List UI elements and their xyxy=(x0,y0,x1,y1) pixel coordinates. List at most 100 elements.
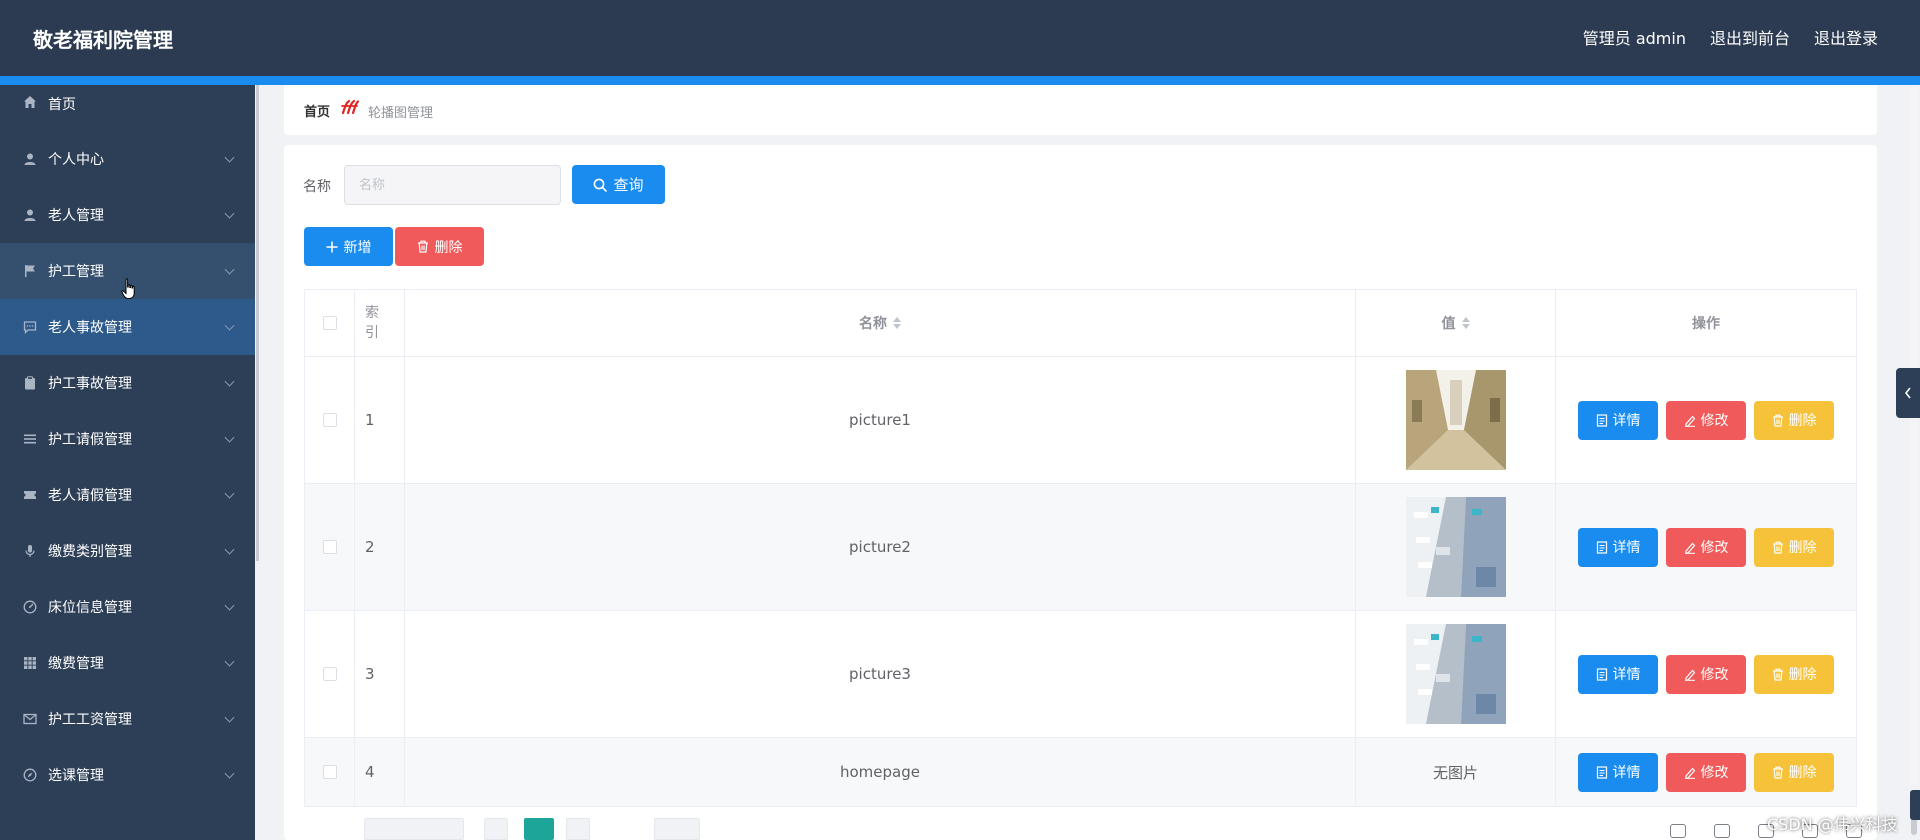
sidebar-item-label: 个人中心 xyxy=(48,152,104,168)
sort-icon[interactable] xyxy=(1461,317,1470,329)
pencil-icon xyxy=(1684,767,1695,779)
sidebar: 首页 个人中心 老人管理 护工管理 老人事故管理 护工事故管理 护工请假管理 老… xyxy=(0,85,255,840)
query-button[interactable]: 查询 xyxy=(572,165,665,204)
edit-button[interactable]: 修改 xyxy=(1666,752,1746,792)
breadcrumb-home[interactable]: 首页 xyxy=(304,101,330,120)
edit-button-label: 修改 xyxy=(1700,765,1729,781)
chevron-down-icon xyxy=(224,432,235,443)
query-button-label: 查询 xyxy=(613,176,644,194)
header-index-label: 索引 xyxy=(365,305,379,341)
accent-bar xyxy=(0,76,1920,85)
pagination-size-select[interactable] xyxy=(364,818,464,840)
add-button[interactable]: 新增 xyxy=(304,227,393,266)
breadcrumb: 首页 轮播图管理 xyxy=(284,85,1877,135)
pagination-next-button[interactable] xyxy=(566,818,590,840)
sidebar-item-personal-center[interactable]: 个人中心 xyxy=(0,131,255,187)
sidebar-item-caregiver-salary-management[interactable]: 护工工资管理 xyxy=(0,691,255,747)
sidebar-item-elder-management[interactable]: 老人管理 xyxy=(0,187,255,243)
sidebar-item-label: 老人管理 xyxy=(48,208,104,224)
delete-button[interactable]: 删除 xyxy=(1754,527,1834,567)
detail-button[interactable]: 详情 xyxy=(1578,752,1658,792)
delete-button[interactable]: 删除 xyxy=(1754,400,1834,440)
row-thumbnail-image[interactable] xyxy=(1405,497,1506,597)
sidebar-item-fee-management[interactable]: 缴费管理 xyxy=(0,635,255,691)
sidebar-item-course-selection-management[interactable]: 选课管理 xyxy=(0,747,255,803)
bulk-delete-button[interactable]: 删除 xyxy=(395,227,484,266)
admin-label: 管理员 admin xyxy=(1582,29,1686,48)
sidebar-item-bed-info-management[interactable]: 床位信息管理 xyxy=(0,579,255,635)
row-checkbox[interactable] xyxy=(322,413,337,427)
trash-icon xyxy=(1772,668,1783,681)
data-table: 索引 名称 值 操作 1 picture1 详情 修改 删除 2 picture… xyxy=(304,289,1857,807)
sidebar-item-elder-accident-management[interactable]: 老人事故管理 xyxy=(0,299,255,355)
edit-button[interactable]: 修改 xyxy=(1666,527,1746,567)
toolbar-icon[interactable] xyxy=(1714,824,1730,838)
sidebar-item-label: 缴费类别管理 xyxy=(48,544,132,560)
row-checkbox-cell xyxy=(305,357,355,483)
compass-icon xyxy=(22,767,38,783)
sidebar-item-label: 护工管理 xyxy=(48,264,104,280)
header-value[interactable]: 值 xyxy=(1356,290,1556,356)
chevron-down-icon xyxy=(224,264,235,275)
row-checkbox[interactable] xyxy=(322,765,337,779)
pencil-icon xyxy=(1684,669,1695,681)
delete-button[interactable]: 删除 xyxy=(1754,752,1834,792)
pencil-icon xyxy=(1684,415,1695,427)
trash-icon xyxy=(1772,766,1783,779)
detail-button[interactable]: 详情 xyxy=(1578,400,1658,440)
sidebar-item-caregiver-accident-management[interactable]: 护工事故管理 xyxy=(0,355,255,411)
bulk-delete-button-label: 删除 xyxy=(434,239,463,256)
pagination-jumper-input[interactable] xyxy=(654,818,700,840)
sidebar-scrollbar[interactable] xyxy=(256,85,259,561)
row-operations: 详情 修改 删除 xyxy=(1556,357,1856,483)
detail-button-label: 详情 xyxy=(1612,765,1641,781)
delete-button-label: 删除 xyxy=(1788,667,1817,683)
content-card: 名称 查询 新增 删除 索引 名称 值 xyxy=(284,145,1877,840)
sidebar-item-fee-category-management[interactable]: 缴费类别管理 xyxy=(0,523,255,579)
select-all-checkbox[interactable] xyxy=(322,316,337,330)
sidebar-item-label: 缴费管理 xyxy=(48,656,104,672)
header-name[interactable]: 名称 xyxy=(405,290,1356,356)
detail-button[interactable]: 详情 xyxy=(1578,527,1658,567)
edit-button[interactable]: 修改 xyxy=(1666,654,1746,694)
page-scrollbar[interactable] xyxy=(1910,85,1918,835)
exit-to-front-link[interactable]: 退出到前台 xyxy=(1710,25,1790,49)
detail-button-label: 详情 xyxy=(1612,540,1641,556)
sidebar-item-elder-leave-management[interactable]: 老人请假管理 xyxy=(0,467,255,523)
delete-button[interactable]: 删除 xyxy=(1754,654,1834,694)
row-checkbox-cell xyxy=(305,738,355,806)
header-index: 索引 xyxy=(355,290,405,356)
pagination-page-button[interactable] xyxy=(524,818,554,840)
sidebar-item-label: 床位信息管理 xyxy=(48,600,132,616)
sidebar-item-label: 选课管理 xyxy=(48,768,104,784)
sort-icon[interactable] xyxy=(893,317,901,329)
side-panel-toggle[interactable] xyxy=(1896,368,1920,418)
toolbar-icon[interactable] xyxy=(1670,824,1686,838)
edit-button-label: 修改 xyxy=(1700,413,1729,429)
logout-link[interactable]: 退出登录 xyxy=(1814,25,1878,49)
sidebar-item-label: 老人事故管理 xyxy=(48,320,132,336)
row-thumbnail-image[interactable] xyxy=(1405,370,1506,470)
pagination-prev-button[interactable] xyxy=(484,818,508,840)
watermark: CSDN @伟兴科技 xyxy=(1767,815,1898,834)
sidebar-item-home[interactable]: 首页 xyxy=(0,85,255,131)
edit-button-label: 修改 xyxy=(1700,667,1729,683)
row-thumbnail-image[interactable] xyxy=(1405,624,1506,724)
chevron-down-icon xyxy=(224,376,235,387)
table-header-row: 索引 名称 值 操作 xyxy=(305,290,1856,357)
row-checkbox[interactable] xyxy=(322,667,337,681)
sidebar-item-label: 首页 xyxy=(48,97,76,113)
row-checkbox[interactable] xyxy=(322,540,337,554)
document-icon xyxy=(1596,540,1607,554)
chat-icon xyxy=(22,319,38,335)
row-index: 2 xyxy=(355,484,405,610)
search-name-input[interactable] xyxy=(344,165,561,205)
edit-button[interactable]: 修改 xyxy=(1666,400,1746,440)
delete-button-label: 删除 xyxy=(1788,765,1817,781)
detail-button[interactable]: 详情 xyxy=(1578,654,1658,694)
row-index: 4 xyxy=(355,738,405,806)
side-panel-tab[interactable] xyxy=(1910,790,1920,820)
sidebar-item-label: 护工请假管理 xyxy=(48,432,132,448)
trash-icon xyxy=(1772,541,1783,554)
sidebar-item-caregiver-leave-management[interactable]: 护工请假管理 xyxy=(0,411,255,467)
